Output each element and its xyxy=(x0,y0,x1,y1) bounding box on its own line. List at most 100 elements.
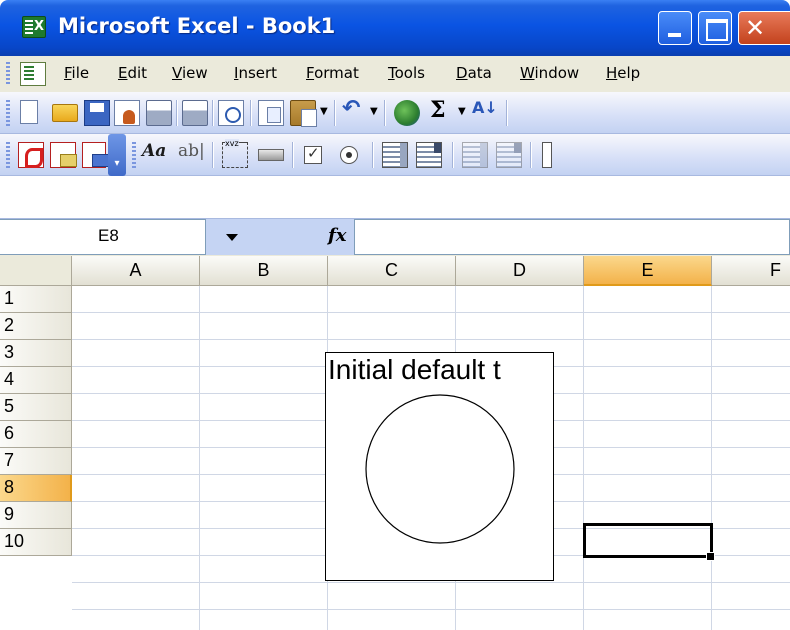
toolbar-options-chevron[interactable]: ▾ xyxy=(108,134,126,176)
drawn-shape-box[interactable]: Initial default t xyxy=(325,352,554,581)
insert-function-button[interactable]: fx xyxy=(294,219,354,255)
toolbar-grip[interactable] xyxy=(6,100,10,126)
print-icon[interactable] xyxy=(146,100,172,126)
gridline xyxy=(72,339,790,340)
label-icon[interactable]: Aa xyxy=(142,141,168,167)
row-header-8[interactable]: 8 xyxy=(0,475,72,502)
menu-view[interactable]: View xyxy=(172,64,208,82)
maximize-button[interactable] xyxy=(698,11,732,45)
toolbar-separator xyxy=(212,142,214,168)
toolbar-separator xyxy=(292,142,294,168)
row-header-9[interactable]: 9 xyxy=(0,502,72,529)
fx-icon: fx xyxy=(328,225,347,246)
menu-tools[interactable]: Tools xyxy=(388,64,425,82)
menu-edit[interactable]: Edit xyxy=(118,64,147,82)
column-header-d[interactable]: D xyxy=(456,256,584,286)
row-header-10[interactable]: 10 xyxy=(0,529,72,556)
toolbar-separator xyxy=(506,100,508,126)
menubar-grip[interactable] xyxy=(6,62,10,86)
close-icon: ✕ xyxy=(745,14,766,42)
forms-toolbar: ▾ Aa ab| xyxy=(0,134,790,176)
menu-file[interactable]: File xyxy=(64,64,89,82)
combination-dropdown-edit-icon[interactable] xyxy=(496,142,522,168)
open-icon[interactable] xyxy=(52,104,78,122)
select-all-button[interactable] xyxy=(0,256,72,286)
paste-icon[interactable] xyxy=(290,100,317,127)
research-icon[interactable] xyxy=(218,100,244,126)
edit-box-icon[interactable]: ab| xyxy=(178,141,205,167)
hyperlink-icon[interactable] xyxy=(394,100,420,126)
toolbar-grip[interactable] xyxy=(132,142,136,168)
toolbar-separator xyxy=(176,100,178,126)
column-header-c[interactable]: C xyxy=(328,256,456,286)
sort-ascending-icon[interactable]: A↓ xyxy=(472,98,498,124)
name-box[interactable]: E8 xyxy=(0,219,206,255)
fill-handle[interactable] xyxy=(706,552,715,561)
copy-icon[interactable] xyxy=(258,100,284,126)
formula-input[interactable] xyxy=(354,219,790,255)
menu-data[interactable]: Data xyxy=(456,64,492,82)
row-header-3[interactable]: 3 xyxy=(0,340,72,367)
spinner-icon[interactable] xyxy=(542,142,552,168)
column-header-f[interactable]: F xyxy=(712,256,790,286)
window-title: Microsoft Excel - Book1 xyxy=(58,14,336,38)
name-box-value: E8 xyxy=(98,226,119,245)
print-preview-icon[interactable] xyxy=(182,100,208,126)
checkbox-icon[interactable] xyxy=(304,144,322,164)
gridline xyxy=(72,582,790,583)
toolbar-separator xyxy=(372,142,374,168)
permission-icon[interactable] xyxy=(114,100,140,126)
toolbar-separator xyxy=(452,142,454,168)
autosum-icon[interactable]: Σ xyxy=(430,97,456,123)
paste-dropdown-icon[interactable]: ▼ xyxy=(320,106,328,117)
circle-shape[interactable] xyxy=(364,393,516,545)
menu-format[interactable]: Format xyxy=(306,64,359,82)
row-header-1[interactable]: 1 xyxy=(0,286,72,313)
pdf-review-icon[interactable] xyxy=(82,142,109,168)
row-header-6[interactable]: 6 xyxy=(0,421,72,448)
button-icon[interactable] xyxy=(258,149,284,161)
undo-icon[interactable]: ↶ xyxy=(342,96,368,122)
gridline xyxy=(72,609,790,610)
row-header-7[interactable]: 7 xyxy=(0,448,72,475)
worksheet-grid[interactable]: A B C D E F 1 2 3 4 5 6 7 8 9 10 Initial… xyxy=(0,256,790,630)
column-header-b[interactable]: B xyxy=(200,256,328,286)
menu-help[interactable]: Help xyxy=(606,64,640,82)
combo-box-icon[interactable] xyxy=(416,142,442,168)
menu-bar: File Edit View Insert Format Tools Data … xyxy=(0,56,790,92)
formula-bar: E8 fx xyxy=(0,218,790,256)
option-button-icon[interactable] xyxy=(340,146,358,164)
column-header-a[interactable]: A xyxy=(72,256,200,286)
workbook-icon[interactable] xyxy=(20,62,46,86)
gridline xyxy=(583,286,584,630)
minimize-button[interactable] xyxy=(658,11,692,45)
convert-to-pdf-icon[interactable] xyxy=(18,142,44,168)
toolbar-separator xyxy=(212,100,214,126)
new-icon[interactable] xyxy=(20,100,38,124)
toolbar-separator xyxy=(250,100,252,126)
row-header-2[interactable]: 2 xyxy=(0,313,72,340)
menu-window[interactable]: Window xyxy=(520,64,579,82)
gridline xyxy=(711,286,712,630)
active-cell[interactable] xyxy=(583,523,713,558)
drawn-shape-label: Initial default t xyxy=(328,354,501,385)
save-icon[interactable] xyxy=(84,100,110,126)
autosum-dropdown-icon[interactable]: ▼ xyxy=(458,106,466,117)
group-box-icon[interactable] xyxy=(222,139,248,168)
standard-toolbar: ▼ ↶ ▼ Σ ▼ A↓ xyxy=(0,92,790,134)
toolbar-grip[interactable] xyxy=(6,142,10,168)
name-box-dropdown-icon[interactable] xyxy=(206,219,294,255)
gridline xyxy=(199,286,200,630)
row-header-5[interactable]: 5 xyxy=(0,394,72,421)
title-bar: Microsoft Excel - Book1 ✕ xyxy=(0,0,790,56)
list-box-icon[interactable] xyxy=(382,142,408,168)
close-button[interactable]: ✕ xyxy=(738,11,790,45)
menu-insert[interactable]: Insert xyxy=(234,64,277,82)
combination-list-edit-icon[interactable] xyxy=(462,142,488,168)
undo-dropdown-icon[interactable]: ▼ xyxy=(370,106,378,117)
column-header-e[interactable]: E xyxy=(584,256,712,286)
row-header-4[interactable]: 4 xyxy=(0,367,72,394)
toolbar-separator xyxy=(530,142,532,168)
pdf-email-icon[interactable] xyxy=(50,142,77,168)
excel-app-icon[interactable] xyxy=(22,16,46,38)
